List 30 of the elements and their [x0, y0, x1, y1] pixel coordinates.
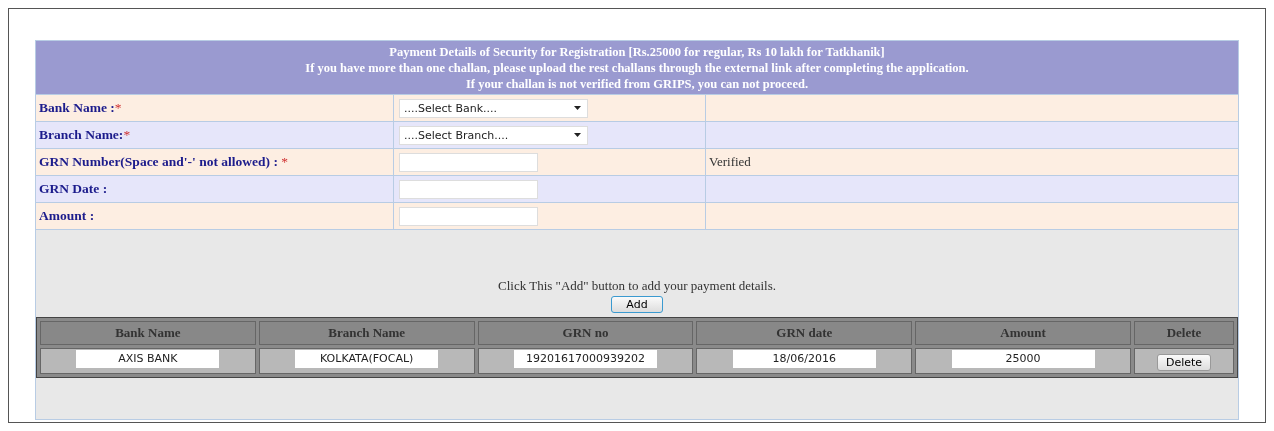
table-cell: AXIS BANK: [76, 350, 220, 368]
column-header: GRN date: [696, 321, 913, 345]
add-button[interactable]: Add: [611, 296, 663, 313]
column-header: Delete: [1134, 321, 1234, 345]
input-field[interactable]: [399, 152, 538, 172]
caret-icon: [574, 133, 581, 137]
table-cell: 19201617000939202: [514, 350, 657, 368]
dropdown[interactable]: ....Select Branch....: [399, 125, 588, 145]
table-cell: 18/06/2016: [732, 350, 876, 368]
header-text: If your challan is not verified from GRIPS, you can not proceed.: [465, 76, 809, 92]
column-header: Branch Name: [258, 321, 475, 345]
column-header: Bank Name: [40, 321, 256, 345]
column-header: GRN no: [477, 321, 694, 345]
table-cell: KOLKATA(FOCAL): [295, 350, 439, 368]
field-label: Bank Name :*: [38, 100, 122, 116]
header-text: Payment Details of Security for Registration [Rs.25000 for regular, Rs 10 lakh for Tatkhanik]: [388, 44, 886, 60]
table-cell: 25000: [951, 350, 1095, 368]
input-field[interactable]: [399, 179, 538, 199]
delete-button[interactable]: Delete: [1156, 353, 1212, 371]
field-label: GRN Number(Space and'-' not allowed) : *: [38, 154, 288, 170]
caret-icon: [574, 106, 581, 110]
header-text: If you have more than one challan, please upload the rest challans through the external link after completing the application.: [304, 60, 970, 76]
dropdown[interactable]: ....Select Bank....: [399, 98, 588, 118]
input-field[interactable]: [399, 206, 538, 226]
field-label: Amount :: [38, 208, 95, 224]
hint-text: Click This "Add" button to add your payment details.: [498, 278, 776, 294]
field-label: Branch Name:*: [38, 127, 131, 143]
column-header: Amount: [915, 321, 1131, 345]
status-text: Verified: [708, 154, 751, 170]
field-label: GRN Date :: [38, 181, 108, 197]
